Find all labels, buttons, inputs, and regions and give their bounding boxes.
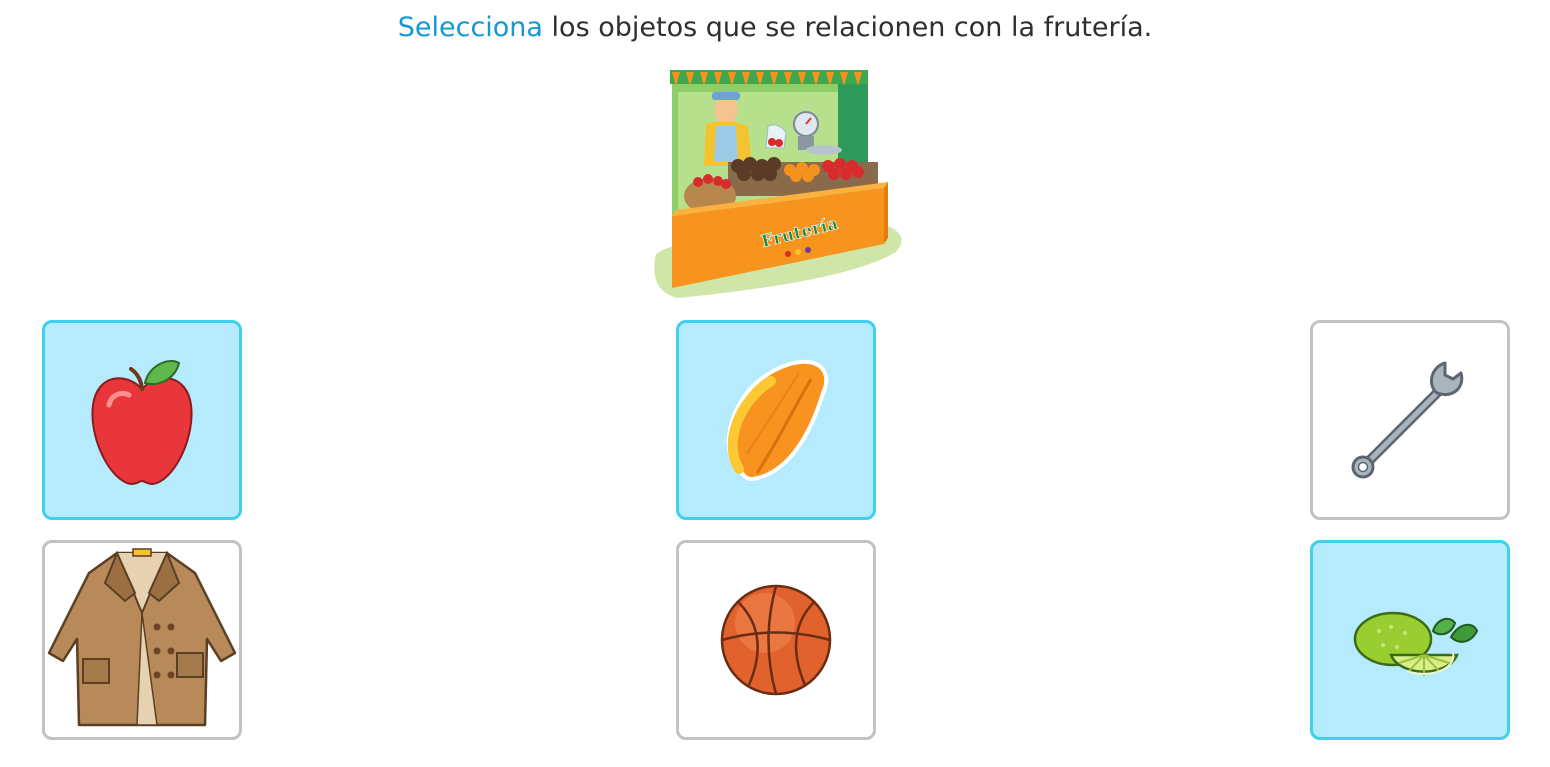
instruction-text: Selecciona los objetos que se relacionen… bbox=[0, 8, 1550, 48]
lime-icon bbox=[1353, 611, 1479, 676]
fruit-stand-icon: Frutería bbox=[654, 70, 902, 298]
option-card-apple[interactable] bbox=[42, 320, 242, 520]
wrench-icon bbox=[1351, 361, 1464, 479]
option-card-papaya[interactable] bbox=[676, 320, 876, 520]
instruction-rest: los objetos que se relacionen con la fru… bbox=[542, 12, 1153, 43]
coat-icon bbox=[47, 548, 237, 727]
activity-stage: Selecciona los objetos que se relacionen… bbox=[0, 0, 1550, 767]
instruction-verb: Selecciona bbox=[397, 12, 543, 43]
apple-icon bbox=[91, 360, 193, 485]
option-card-limes[interactable] bbox=[1310, 540, 1510, 740]
fruit-stand-illustration: Frutería bbox=[648, 66, 906, 302]
option-card-basketball[interactable] bbox=[676, 540, 876, 740]
option-card-coat[interactable] bbox=[42, 540, 242, 740]
option-card-wrench[interactable] bbox=[1310, 320, 1510, 520]
basketball-icon bbox=[720, 584, 832, 696]
papaya-icon bbox=[726, 359, 829, 482]
